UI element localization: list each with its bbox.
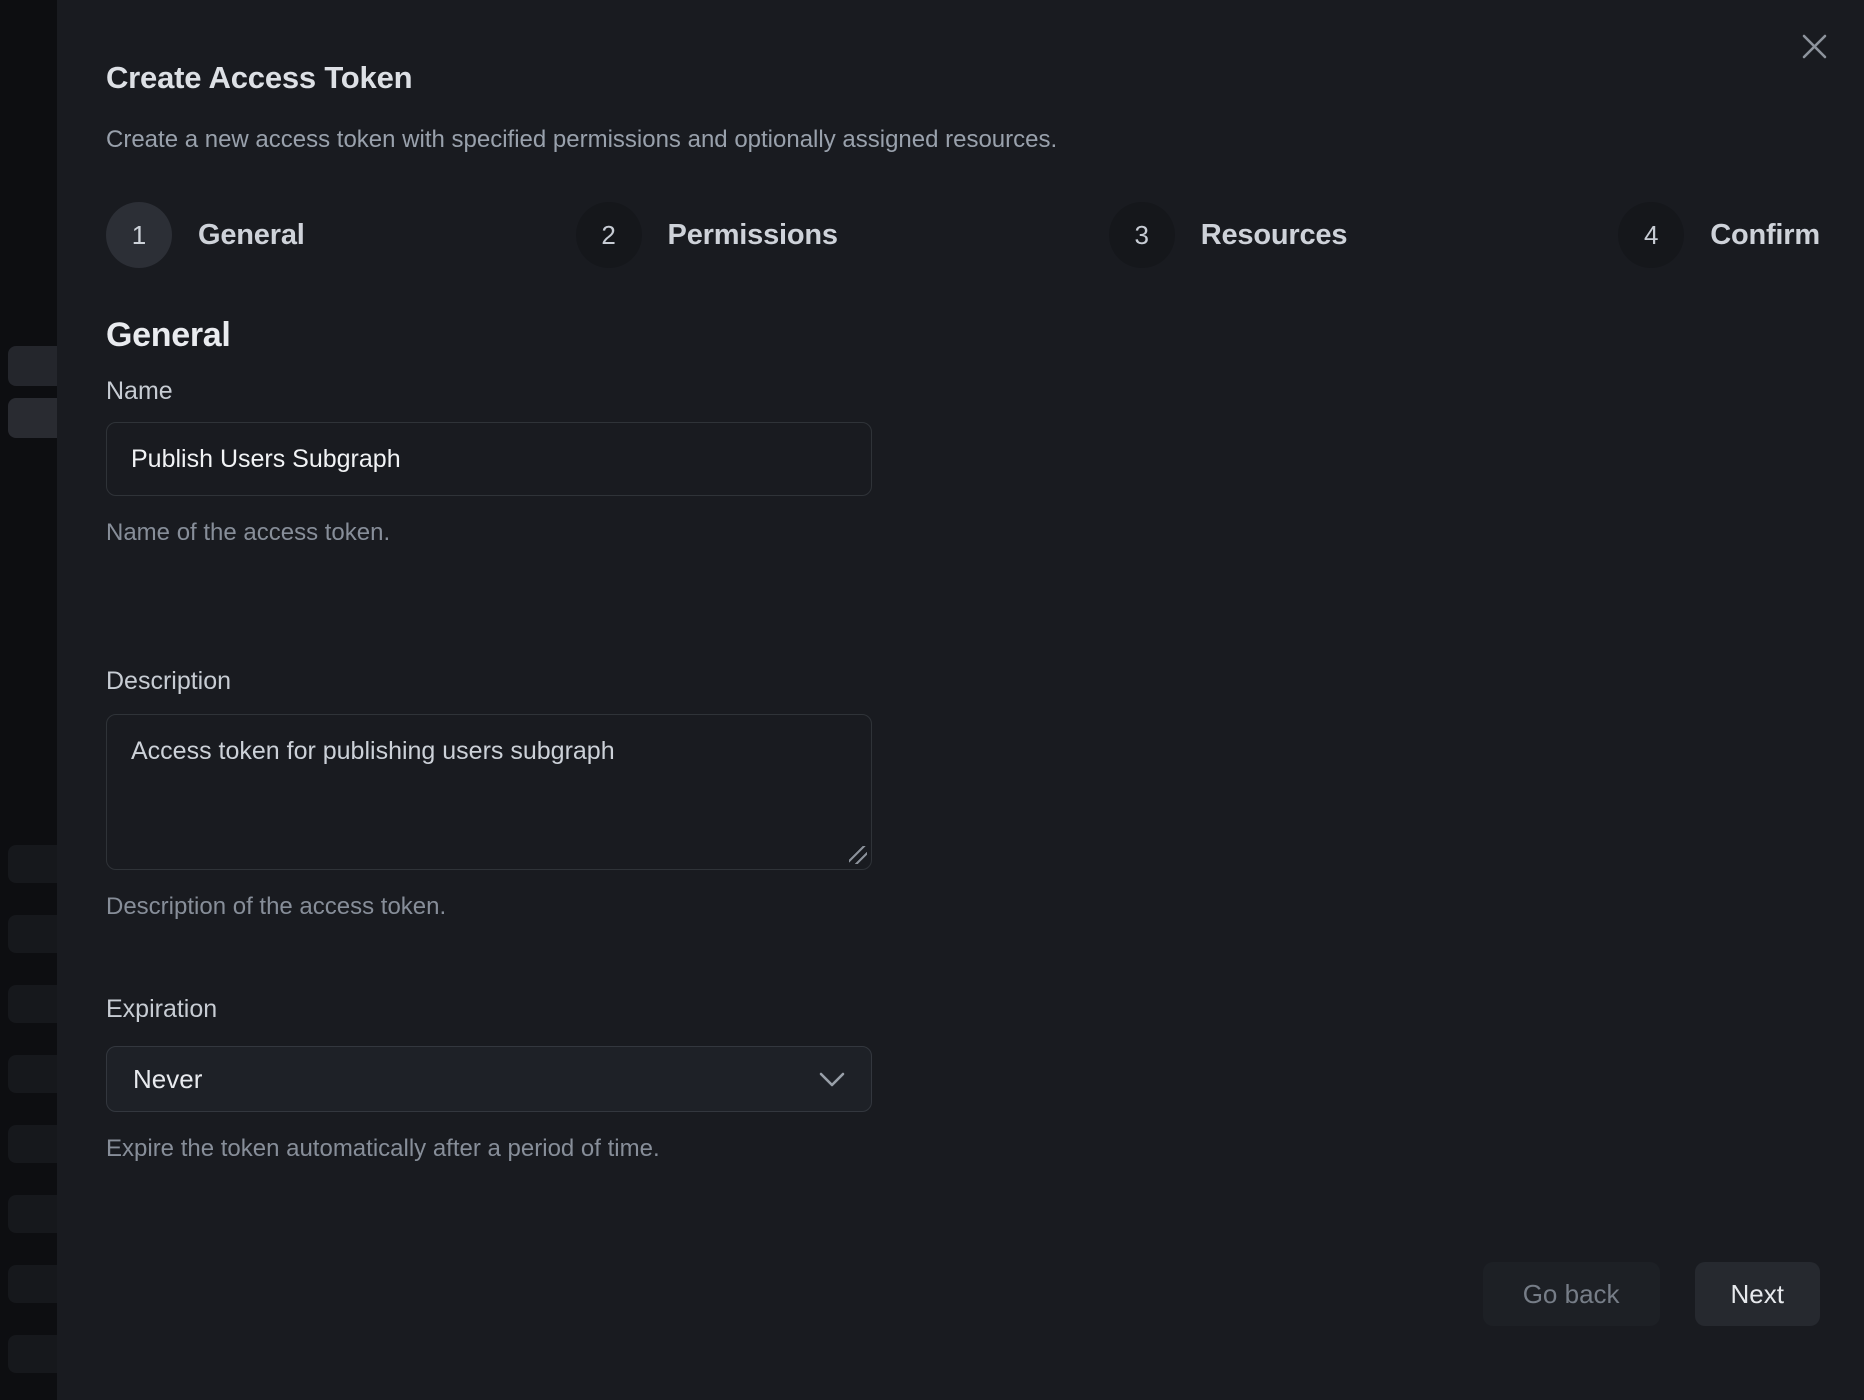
name-input[interactable]	[106, 422, 872, 496]
background-page	[0, 0, 57, 1400]
step-label: General	[198, 219, 305, 252]
step-number-badge: 2	[576, 202, 642, 268]
description-label: Description	[106, 666, 1820, 696]
name-field-group: Name Name of the access token.	[106, 376, 1820, 548]
stepper-step-resources[interactable]: 3 Resources	[1109, 202, 1348, 268]
create-access-token-modal: Create Access Token Create a new access …	[57, 0, 1864, 1400]
name-label: Name	[106, 376, 1820, 406]
description-field-group: Description Access token for publishing …	[106, 666, 1820, 922]
modal-subtitle: Create a new access token with specified…	[106, 124, 1820, 155]
go-back-button[interactable]: Go back	[1483, 1262, 1660, 1326]
stepper-step-general[interactable]: 1 General	[106, 202, 305, 268]
name-help-text: Name of the access token.	[106, 518, 1820, 548]
modal-footer: Go back Next	[106, 1262, 1820, 1326]
section-heading-general: General	[106, 314, 1820, 356]
next-button[interactable]: Next	[1695, 1262, 1820, 1326]
expiration-select[interactable]: Never	[106, 1046, 872, 1112]
expiration-label: Expiration	[106, 994, 1820, 1024]
description-help-text: Description of the access token.	[106, 892, 1820, 922]
stepper: 1 General 2 Permissions 3 Resources 4 Co…	[106, 202, 1820, 268]
chevron-down-icon	[819, 1072, 845, 1087]
modal-title: Create Access Token	[106, 58, 1820, 98]
close-icon[interactable]	[1792, 24, 1836, 68]
step-number-badge: 1	[106, 202, 172, 268]
expiration-selected-value: Never	[133, 1064, 202, 1095]
expiration-field-group: Expiration Never Expire the token automa…	[106, 994, 1820, 1164]
description-textarea[interactable]: Access token for publishing users subgra…	[106, 714, 872, 870]
stepper-step-permissions[interactable]: 2 Permissions	[576, 202, 838, 268]
step-number-badge: 4	[1618, 202, 1684, 268]
stepper-step-confirm[interactable]: 4 Confirm	[1618, 202, 1820, 268]
step-label: Resources	[1201, 219, 1348, 252]
resize-grip-icon[interactable]	[849, 846, 867, 864]
step-label: Permissions	[668, 219, 838, 252]
step-label: Confirm	[1710, 219, 1820, 252]
expiration-help-text: Expire the token automatically after a p…	[106, 1134, 1820, 1164]
step-number-badge: 3	[1109, 202, 1175, 268]
description-textarea-wrap: Access token for publishing users subgra…	[106, 714, 872, 870]
